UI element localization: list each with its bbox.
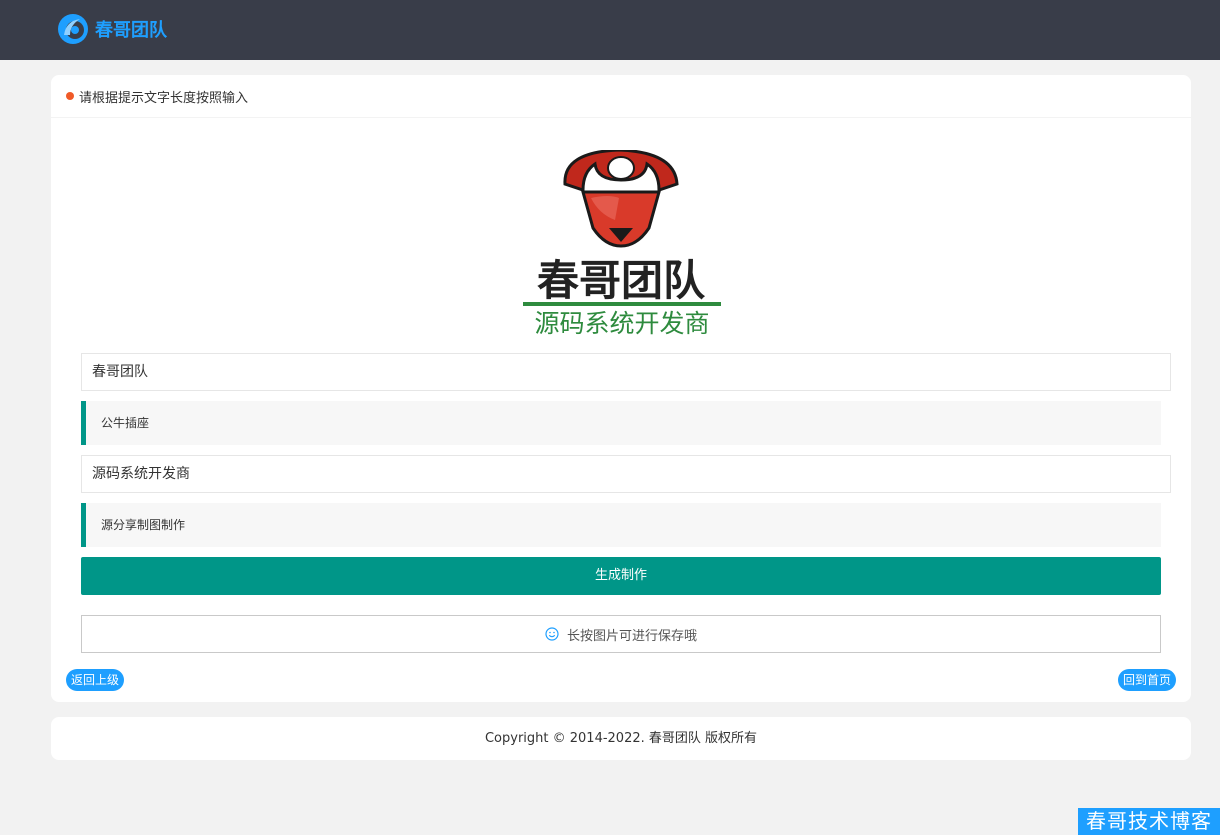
generate-button[interactable]: 生成制作 — [81, 557, 1161, 595]
notice-text: 请根据提示文字长度按照输入 — [79, 90, 249, 106]
save-hint-box: 长按图片可进行保存哦 — [81, 615, 1161, 653]
card-header: 请根据提示文字长度按照输入 — [51, 75, 1191, 118]
logo-title: 春哥团队 — [537, 256, 706, 305]
subtitle-input[interactable]: 源码系统开发商 — [81, 455, 1171, 493]
smile-icon — [545, 627, 559, 641]
generated-logo-image[interactable]: 春哥团队 源码系统开发商 — [519, 148, 723, 342]
title-hint: 公牛插座 — [81, 401, 1161, 445]
top-navbar: 春哥团队 — [0, 0, 1220, 60]
logo-subtitle: 源码系统开发商 — [534, 309, 709, 338]
copyright-text: Copyright © 2014-2022. 春哥团队 版权所有 — [484, 731, 758, 746]
home-button[interactable]: 回到首页 — [1117, 669, 1176, 691]
swirl-logo-icon — [58, 14, 88, 44]
save-hint-text: 长按图片可进行保存哦 — [566, 628, 697, 644]
back-button[interactable]: 返回上级 — [66, 669, 125, 691]
blog-watermark: 春哥技术博客 — [1078, 808, 1220, 835]
generator-card: 请根据提示文字长度按照输入 春哥团队 源码系统开发商 春哥团队 公牛插座 源码系… — [51, 75, 1191, 702]
subtitle-hint: 源分享制图制作 — [81, 503, 1161, 547]
brand[interactable]: 春哥团队 — [56, 11, 167, 47]
brand-name: 春哥团队 — [95, 20, 167, 41]
bullet-dot-icon — [66, 92, 74, 100]
footer: Copyright © 2014-2022. 春哥团队 版权所有 — [51, 717, 1191, 760]
bull-head-icon: 春哥团队 源码系统开发商 — [523, 148, 721, 338]
title-input[interactable]: 春哥团队 — [81, 353, 1171, 391]
